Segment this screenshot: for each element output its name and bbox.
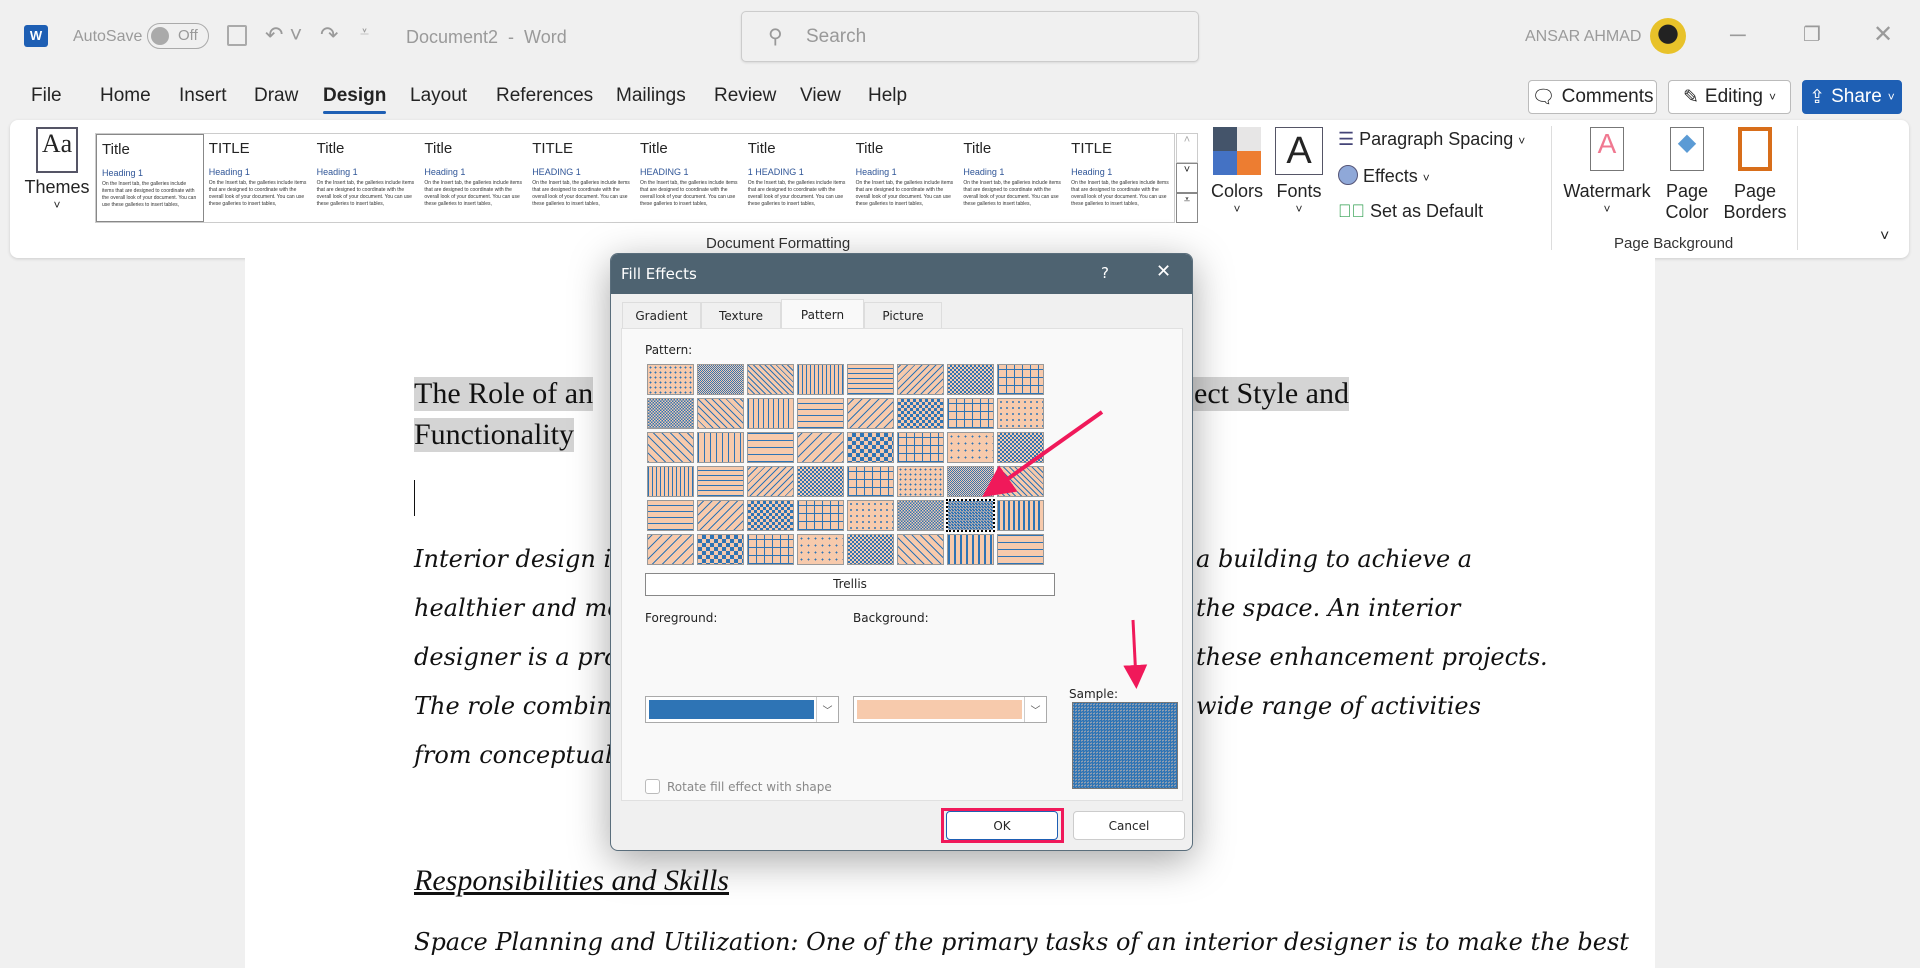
- arrow-to-sample: [1123, 619, 1148, 689]
- arrow-to-pattern: [982, 410, 1104, 497]
- annotation-arrows: [982, 410, 1148, 689]
